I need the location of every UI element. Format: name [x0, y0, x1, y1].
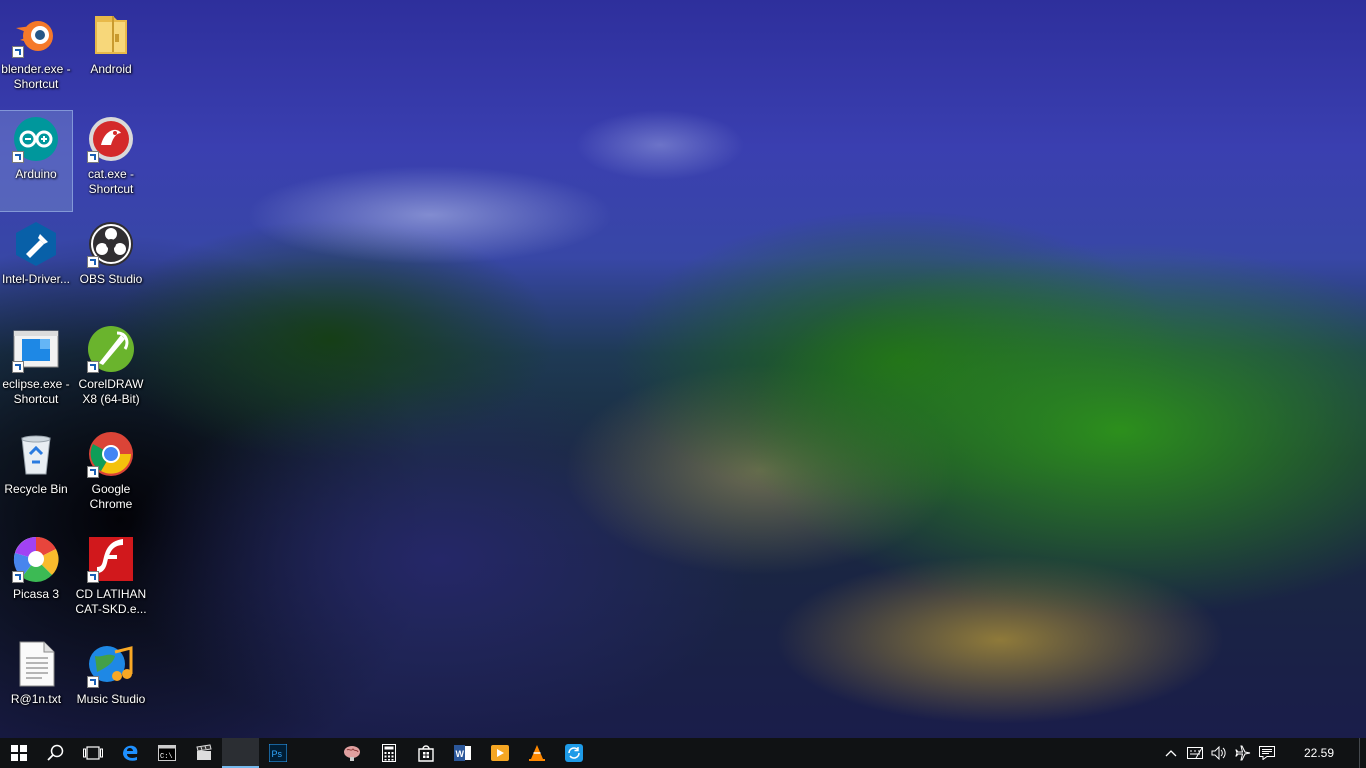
desktop-icon-cat-app[interactable]: cat.exe - Shortcut — [75, 111, 147, 211]
music-studio-icon — [87, 640, 135, 688]
desktop-icon-picasa[interactable]: Picasa 3 — [0, 531, 72, 631]
recycle-bin-icon — [12, 430, 60, 478]
desktop-icon-label: R@1n.txt — [10, 692, 62, 706]
cat-app-button[interactable] — [296, 738, 333, 768]
desktop-icon-label: CorelDRAW X8 (64-Bit) — [78, 377, 144, 406]
desktop-icon-blender[interactable]: blender.exe - Shortcut — [0, 6, 72, 106]
media-player-button[interactable] — [481, 738, 518, 768]
task-view-icon — [82, 745, 103, 761]
desktop-wallpaper — [0, 0, 1366, 738]
desktop-icon-folder[interactable]: Android — [75, 6, 147, 106]
cat-app-icon — [87, 115, 135, 163]
folder-icon — [87, 10, 135, 58]
shortcut-arrow-icon — [12, 361, 24, 373]
search-button[interactable] — [37, 738, 74, 768]
desktop-icon-music-studio[interactable]: Music Studio — [75, 636, 147, 736]
coreldraw-icon — [87, 325, 135, 373]
desktop-icon-chrome[interactable]: Google Chrome — [75, 426, 147, 526]
desktop-icon-label: Music Studio — [76, 692, 146, 706]
system-tray: 22.59 — [1159, 738, 1366, 768]
photoshop-button[interactable]: Ps — [259, 738, 296, 768]
movie-maker-button[interactable] — [185, 738, 222, 768]
command-prompt-icon: C:\ — [157, 745, 176, 761]
desktop-icon-label: CD LATIHAN CAT-SKD.e... — [75, 587, 147, 616]
brain-app-button[interactable] — [333, 738, 370, 768]
desktop-icon-text-file[interactable]: R@1n.txt — [0, 636, 72, 736]
edge-button[interactable] — [111, 738, 148, 768]
search-icon — [46, 744, 65, 762]
cmd-button[interactable]: C:\ — [148, 738, 185, 768]
shortcut-arrow-icon — [87, 466, 99, 478]
shortcut-arrow-icon — [12, 46, 24, 58]
desktop-icon-flash[interactable]: CD LATIHAN CAT-SKD.e... — [75, 531, 147, 631]
edge-icon — [121, 744, 139, 762]
shortcut-arrow-icon — [87, 151, 99, 163]
vlc-button[interactable] — [518, 738, 555, 768]
vlc-cone-icon — [528, 744, 546, 762]
desktop-icon-label: Google Chrome — [89, 482, 133, 511]
svg-text:C:\: C:\ — [160, 753, 173, 761]
desktop-icon-label: blender.exe - Shortcut — [1, 62, 71, 91]
task-view-button[interactable] — [74, 738, 111, 768]
desktop-icon-label: Picasa 3 — [12, 587, 60, 601]
taskbar: C:\ Ps W 22.59 — [0, 738, 1366, 768]
desktop-icon-arduino[interactable]: Arduino — [0, 110, 73, 212]
word-button[interactable]: W — [444, 738, 481, 768]
desktop-icon-label: eclipse.exe - Shortcut — [2, 377, 70, 406]
shortcut-arrow-icon — [12, 151, 24, 163]
word-icon: W — [453, 744, 472, 762]
desktop-icon-label: Arduino — [15, 167, 57, 181]
start-button[interactable] — [0, 738, 37, 768]
shortcut-arrow-icon — [87, 571, 99, 583]
play-icon — [490, 744, 509, 762]
photoshop-icon: Ps — [268, 744, 287, 762]
blender-icon — [12, 10, 60, 58]
desktop-icon-label: Intel-Driver... — [1, 272, 70, 286]
desktop-icon-label: OBS Studio — [79, 272, 143, 286]
clapperboard-icon — [195, 744, 213, 762]
desktop-icon-label: Android — [90, 62, 132, 76]
calculator-button[interactable] — [370, 738, 407, 768]
svg-text:W: W — [455, 749, 464, 759]
desktop-icon-obs[interactable]: OBS Studio — [75, 216, 147, 316]
intel-driver-icon — [12, 220, 60, 268]
sync-app-button[interactable] — [555, 738, 592, 768]
desktop-icon-label: Recycle Bin — [4, 482, 68, 496]
show-desktop-button[interactable] — [1359, 738, 1366, 768]
flash-icon — [87, 535, 135, 583]
text-file-icon — [12, 640, 60, 688]
eclipse-window-icon — [12, 325, 60, 373]
desktop-icon-recycle-bin[interactable]: Recycle Bin — [0, 426, 72, 526]
svg-text:Ps: Ps — [271, 749, 282, 759]
file-explorer-button[interactable] — [222, 738, 259, 768]
airplane-mode-icon[interactable] — [1231, 738, 1255, 768]
desktop-icon-label: cat.exe - Shortcut — [87, 167, 135, 196]
shortcut-arrow-icon — [87, 256, 99, 268]
shortcut-arrow-icon — [12, 571, 24, 583]
shortcut-arrow-icon — [87, 676, 99, 688]
arduino-icon — [12, 115, 60, 163]
store-button[interactable] — [407, 738, 444, 768]
chrome-icon — [87, 430, 135, 478]
picasa-icon — [12, 535, 60, 583]
volume-icon[interactable] — [1207, 738, 1231, 768]
sync-icon — [564, 744, 583, 762]
windows-logo-icon — [10, 745, 27, 761]
brain-icon — [343, 744, 361, 762]
desktop-icon-intel-driver[interactable]: Intel-Driver... — [0, 216, 72, 316]
calculator-icon — [381, 744, 396, 762]
desktop-icon-coreldraw[interactable]: CorelDRAW X8 (64-Bit) — [75, 321, 147, 421]
chevron-up-icon[interactable] — [1159, 738, 1183, 768]
store-bag-icon — [417, 744, 434, 762]
obs-icon — [87, 220, 135, 268]
action-center-icon[interactable] — [1255, 738, 1279, 768]
clock[interactable]: 22.59 — [1279, 746, 1359, 760]
keyboard-icon[interactable] — [1183, 738, 1207, 768]
desktop-icon-eclipse-window[interactable]: eclipse.exe - Shortcut — [0, 321, 72, 421]
shortcut-arrow-icon — [87, 361, 99, 373]
